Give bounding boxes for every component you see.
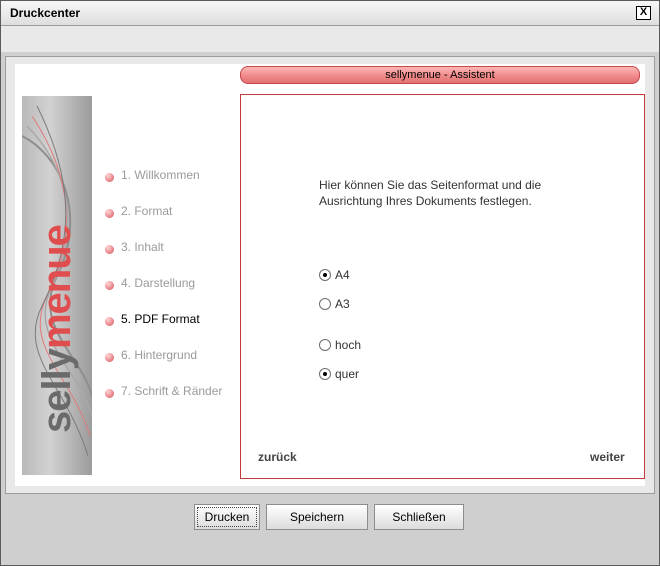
step-label: 5. PDF Format: [121, 312, 200, 326]
logo-wordmark: sellymenue: [35, 139, 79, 433]
wizard-content: Hier können Sie das Seitenformat und die…: [240, 94, 645, 479]
step-label: 1. Willkommen: [121, 168, 200, 182]
title-bar[interactable]: Druckcenter X: [1, 1, 659, 26]
radio-checked-icon[interactable]: [319, 269, 331, 281]
step-label: 3. Inhalt: [121, 240, 164, 254]
assistant-banner: sellymenue - Assistent: [240, 66, 640, 84]
radio-unchecked-icon[interactable]: [319, 339, 331, 351]
logo-text-selly: selly: [35, 349, 79, 433]
step-bullet-icon: [105, 245, 114, 254]
back-link[interactable]: zurück: [258, 450, 297, 464]
close-icon[interactable]: X: [636, 6, 651, 20]
format-description: Hier können Sie das Seitenformat und die…: [319, 178, 542, 208]
radio-label: hoch: [335, 338, 362, 352]
radio-unchecked-icon[interactable]: [319, 298, 331, 310]
close-button[interactable]: Schließen: [374, 504, 464, 530]
radio-checked-icon[interactable]: [319, 368, 331, 380]
step-bullet-icon: [105, 317, 114, 326]
sellymenue-logo: sellymenue: [22, 96, 92, 475]
print-button[interactable]: Drucken: [194, 504, 260, 530]
step-bullet-icon: [105, 281, 114, 290]
step-bullet-icon: [105, 389, 114, 398]
window-title: Druckcenter: [10, 6, 81, 20]
radio-label: A4: [335, 268, 350, 282]
header-band: [1, 26, 659, 52]
step-label: 6. Hintergrund: [121, 348, 198, 362]
next-link[interactable]: weiter: [590, 450, 625, 464]
step-label: 2. Format: [121, 204, 173, 218]
step-bullet-icon: [105, 173, 114, 182]
radio-label: A3: [335, 297, 350, 311]
step-bullet-icon: [105, 209, 114, 218]
step-bullet-icon: [105, 353, 114, 362]
save-button[interactable]: Speichern: [266, 504, 368, 530]
logo-text-menue: menue: [35, 225, 79, 350]
step-label: 4. Darstellung: [121, 276, 196, 290]
step-label: 7. Schrift & Ränder: [121, 384, 223, 398]
radio-label: quer: [335, 367, 360, 381]
